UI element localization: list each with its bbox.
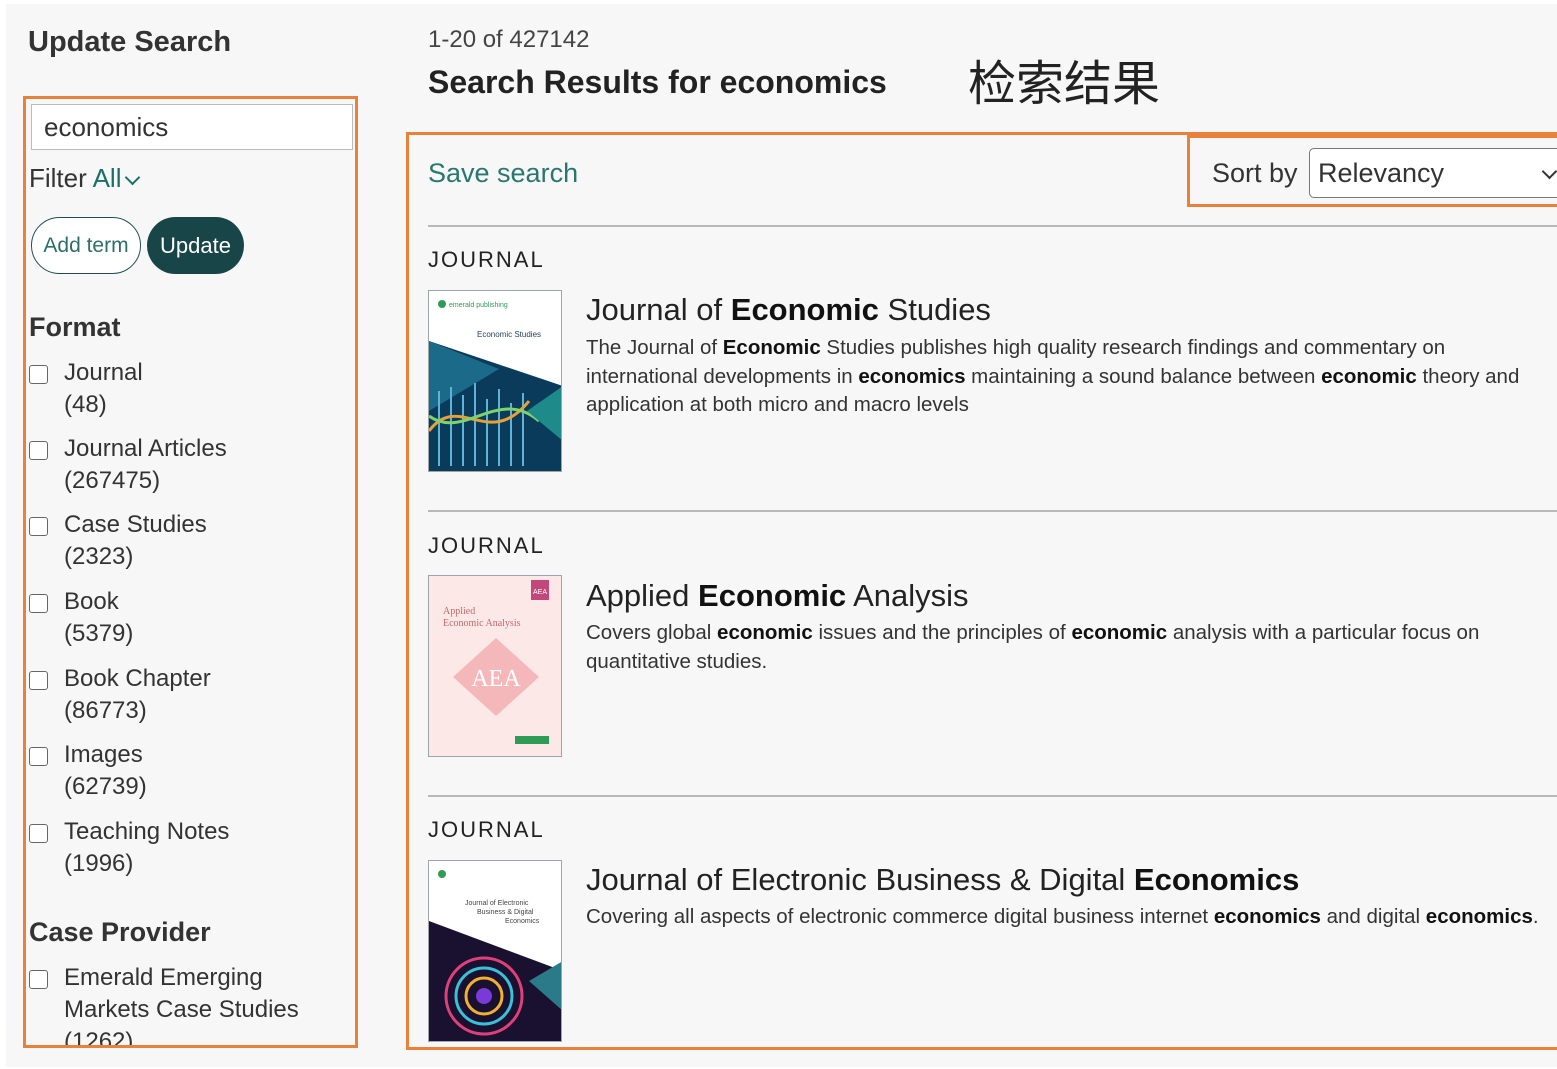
checkbox[interactable] — [29, 824, 48, 843]
format-count: (62739) — [64, 773, 147, 800]
result-title[interactable]: Journal of Economic Studies — [586, 292, 991, 328]
search-input[interactable] — [31, 104, 353, 150]
divider — [428, 510, 1557, 512]
format-count: (1996) — [64, 850, 134, 877]
results-count: 1-20 of 427142 — [428, 26, 590, 53]
search-sidebar: Filter All Add term Update Format Journa… — [23, 96, 358, 1048]
sort-label: Sort by — [1212, 158, 1298, 188]
format-count: (86773) — [64, 697, 147, 724]
cover-image: emerald publishing Economic Studies — [429, 291, 561, 471]
result-type: JOURNAL — [428, 247, 545, 272]
format-count: (267475) — [64, 467, 161, 494]
result-title[interactable]: Applied Economic Analysis — [586, 578, 969, 614]
provider-label: Emerald Emerging — [64, 964, 263, 991]
format-count: (2323) — [64, 543, 134, 570]
divider — [428, 795, 1557, 797]
format-count: (48) — [64, 391, 107, 418]
format-label: Book Chapter — [64, 665, 211, 692]
format-label: Teaching Notes — [64, 818, 230, 845]
update-button[interactable]: Update — [147, 217, 244, 274]
provider-count: (1262) — [64, 1028, 134, 1048]
update-search-heading: Update Search — [28, 26, 232, 58]
provider-label: Markets Case Studies — [64, 996, 299, 1023]
checkbox[interactable] — [29, 671, 48, 690]
cover-mark: AEA — [471, 666, 521, 692]
cover-line: Economics — [505, 918, 540, 925]
filter-dropdown[interactable]: Filter All — [29, 163, 141, 194]
result-description: The Journal of Economic Studies publishe… — [586, 336, 1520, 416]
result-type: JOURNAL — [428, 817, 545, 842]
result-type: JOURNAL — [428, 533, 545, 558]
cover-label: Economic Studies — [477, 330, 541, 339]
journal-cover[interactable]: AEA Applied Economic Analysis AEA — [428, 575, 562, 757]
checkbox[interactable] — [29, 970, 48, 989]
cover-image: AEA Applied Economic Analysis AEA — [429, 576, 561, 756]
filter-label: Filter — [29, 163, 87, 193]
format-label: Journal — [64, 359, 143, 386]
result-description: Covering all aspects of electronic comme… — [586, 905, 1539, 928]
filter-value[interactable]: All — [93, 163, 122, 193]
case-provider-facet-title: Case Provider — [29, 917, 211, 947]
cover-image: Journal of Electronic Business & Digital… — [429, 861, 561, 1041]
checkbox[interactable] — [29, 747, 48, 766]
annotation-label: 检索结果 — [968, 56, 1161, 112]
format-label: Book — [64, 588, 119, 615]
cover-line: Economic Analysis — [443, 618, 521, 629]
format-label: Case Studies — [64, 511, 207, 538]
format-label: Journal Articles — [64, 435, 227, 462]
cover-brand: emerald publishing — [449, 302, 508, 309]
format-count: (5379) — [64, 620, 134, 647]
cover-line: Journal of Electronic — [465, 900, 529, 907]
journal-cover[interactable]: emerald publishing Economic Studies — [428, 290, 562, 472]
result-description: Covers global economic issues and the pr… — [586, 621, 1480, 673]
checkbox[interactable] — [29, 441, 48, 460]
format-label: Images — [64, 741, 143, 768]
sort-select[interactable]: Relevancy — [1309, 148, 1557, 198]
save-search-link[interactable]: Save search — [428, 158, 578, 189]
page-title: Search Results for economics — [428, 64, 887, 100]
cover-line: Business & Digital — [477, 909, 534, 916]
cover-badge: AEA — [533, 589, 547, 596]
checkbox[interactable] — [29, 365, 48, 384]
cover-line: Applied — [443, 606, 475, 617]
checkbox[interactable] — [29, 594, 48, 613]
format-facet-title: Format — [29, 312, 121, 342]
journal-cover[interactable]: Journal of Electronic Business & Digital… — [428, 860, 562, 1042]
add-term-button[interactable]: Add term — [31, 217, 141, 274]
divider — [428, 225, 1557, 227]
checkbox[interactable] — [29, 517, 48, 536]
result-title[interactable]: Journal of Electronic Business & Digital… — [586, 862, 1299, 898]
chevron-down-icon — [125, 169, 141, 186]
